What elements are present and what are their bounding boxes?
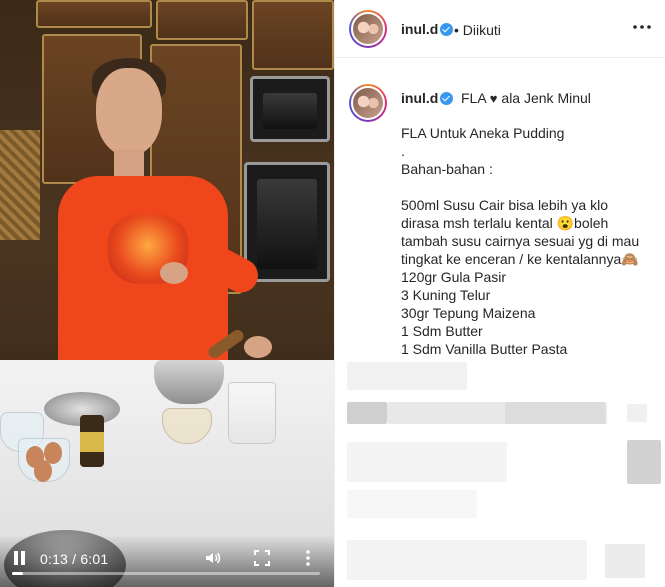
caption-username[interactable]: inul.d (401, 90, 438, 106)
kitchen-cabinet (36, 0, 152, 28)
microwave (250, 76, 330, 142)
caption-line: . (401, 143, 405, 159)
avatar[interactable] (349, 10, 387, 48)
video-player[interactable]: 0:13 / 6:01 (0, 0, 334, 587)
volume-icon[interactable] (204, 549, 222, 567)
caption-line: Bahan-bahan : (401, 161, 493, 177)
video-progress-fill (12, 572, 24, 575)
blurred-block (347, 362, 467, 390)
caption-line: 1 Sdm Butter (401, 323, 483, 339)
milk-cup (228, 382, 276, 444)
post-header: inul.d • Diikuti (335, 0, 665, 58)
caption-line: 500ml Susu Cair bisa lebih ya klo (401, 197, 608, 213)
video-time: 0:13 / 6:01 (40, 551, 109, 567)
verified-icon (440, 23, 453, 36)
caption-line: 1 Sdm Vanilla Butter Pasta (401, 341, 568, 357)
more-vertical-icon[interactable] (300, 549, 316, 567)
jar-label (80, 432, 104, 452)
post-username[interactable]: inul.d (401, 21, 438, 37)
wall-tiles (0, 130, 40, 240)
caption-line: 30gr Tepung Maizena (401, 305, 536, 321)
blurred-block (627, 404, 647, 422)
blurred-block (627, 440, 661, 484)
blurred-block (347, 442, 507, 482)
video-progress-bar[interactable] (12, 572, 320, 575)
person-head (96, 68, 162, 156)
video-controls: 0:13 / 6:01 (0, 535, 334, 587)
egg (34, 460, 52, 482)
caption-line: dirasa msh terlalu kental 😮boleh (401, 215, 609, 231)
oven (244, 162, 330, 282)
heart-icon: ♥ (489, 91, 498, 106)
blurred-block (347, 490, 477, 518)
blurred-block (347, 540, 587, 580)
verified-icon (440, 92, 453, 105)
follow-status[interactable]: • Diikuti (454, 22, 501, 38)
kitchen-cabinet (252, 0, 334, 70)
caption-line: 120gr Gula Pasir (401, 269, 507, 285)
blurred-block (347, 402, 387, 424)
person-hand (160, 262, 188, 284)
post-side-panel: inul.d • Diikuti inul.d FLA ♥ ala Jenk M… (334, 0, 665, 587)
avatar[interactable] (349, 84, 387, 122)
blurred-block (505, 402, 605, 424)
more-horizontal-icon[interactable] (632, 20, 652, 34)
caption-title-suffix: ala Jenk Minul (501, 90, 591, 106)
fullscreen-icon[interactable] (254, 550, 270, 566)
caption-title: FLA ♥ ala Jenk Minul (461, 90, 591, 106)
kitchen-cabinet (156, 0, 248, 40)
blurred-block (605, 544, 645, 578)
caption-line: FLA Untuk Aneka Pudding (401, 125, 565, 141)
caption-line: tambah susu cairnya sesuai yg di mau (401, 233, 640, 249)
pause-icon[interactable] (12, 549, 28, 567)
caption-line: 3 Kuning Telur (401, 287, 491, 303)
person-hand (244, 336, 272, 358)
caption-line: tingkat ke enceran / ke kentalannya🙈 (401, 251, 639, 267)
caption-title-prefix: FLA (461, 90, 486, 106)
